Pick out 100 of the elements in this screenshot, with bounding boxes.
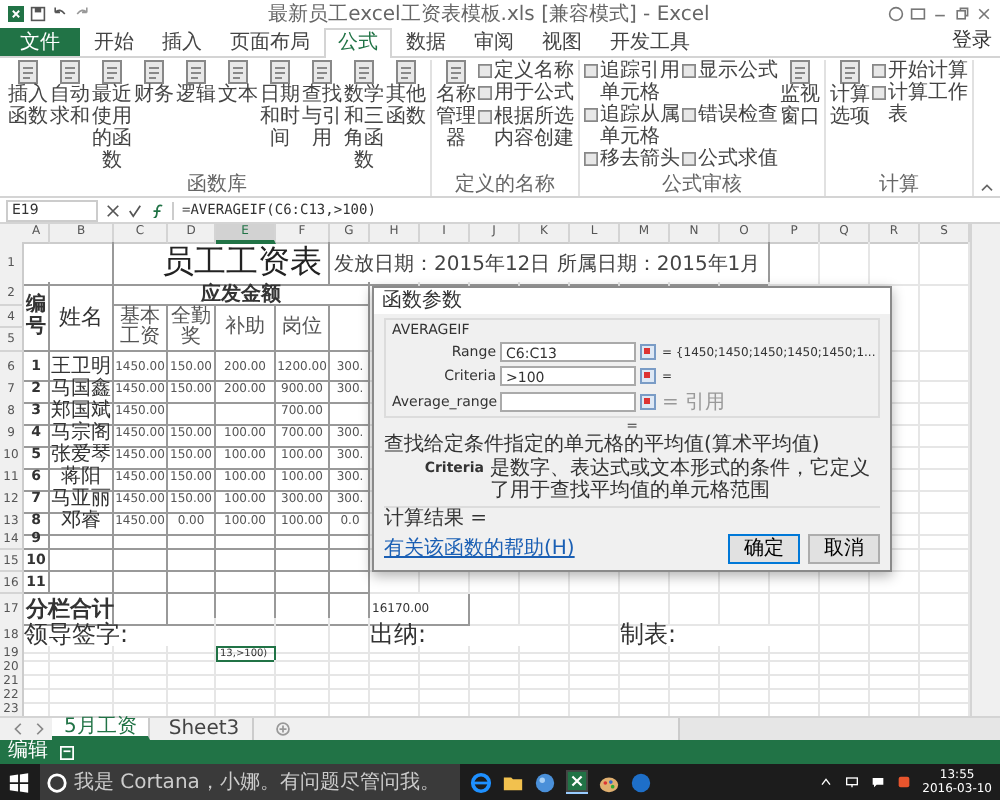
empty-cell [620,594,670,626]
empty-cell [520,594,570,626]
ribbon-button[interactable]: 最近使用的函数 [92,60,132,172]
caret-icon[interactable] [818,774,835,790]
argument-field[interactable] [500,392,636,412]
dialog-button[interactable]: 取消 [808,533,880,563]
empty-cell [330,306,370,352]
column-heading: 补助 [216,306,276,352]
check-icon[interactable] [128,203,142,217]
ribbon-tab[interactable]: 文件 [0,28,80,56]
ribbon-button[interactable]: 公式求值 [682,148,778,170]
sign-in-link[interactable]: 登录 [952,28,1000,56]
ribbon-button[interactable]: 计算工作表 [872,82,968,126]
ribbon-tab[interactable]: 开发工具 [596,28,704,56]
signature-label: 制表: [620,618,770,654]
ribbon-button[interactable]: 逻辑 [176,60,216,172]
ribbon-button[interactable]: 财务 [134,60,174,172]
empty-cell [114,550,168,572]
next-sheet-icon[interactable] [32,722,46,736]
column-heading: 应发金额 [114,282,370,306]
input-method-icon[interactable] [896,774,913,790]
ribbon-button[interactable]: 显示公式 [682,60,778,104]
ribbon-button[interactable]: 数学和三角函数 [344,60,384,172]
empty-cell [50,550,114,572]
group-label: 公式审核 [660,174,744,196]
excel-icon[interactable] [566,770,588,794]
sheet-tab[interactable]: 5月工资 [52,718,151,740]
ribbon-button[interactable]: 定义名称 [478,60,574,83]
document-icon [682,108,696,122]
empty-cell [330,572,370,594]
group-label: 计算 [877,174,921,196]
document-icon [682,152,696,166]
windows-icon[interactable] [8,771,30,793]
ribbon-button[interactable]: 根据所选内容创建 [478,105,574,150]
empty-cell [276,572,330,594]
ribbon-button[interactable]: 自动求和 [50,60,90,172]
ribbon-button[interactable]: 监视窗口 [780,60,820,170]
ribbon-button[interactable]: 文本 [218,60,258,172]
document-icon [444,60,468,84]
ribbon-tab[interactable]: 审阅 [460,28,528,56]
column-heading: 基本工资 [114,306,168,352]
ribbon-button[interactable]: 计算选项 [830,60,870,128]
ribbon-button[interactable]: 开始计算 [872,60,968,82]
group-label: 定义的名称 [453,174,557,196]
ribbon-button[interactable]: 追踪从属单元格 [584,104,680,148]
empty-cell [330,618,370,654]
ribbon-button[interactable]: 移去箭头 [584,148,680,170]
close-icon[interactable] [976,6,992,22]
ribbon-tab[interactable]: 公式 [324,28,392,58]
empty-cell [720,594,770,626]
cancel-icon[interactable] [106,203,120,217]
search-field[interactable]: 我是 Cortana，小娜。有问题尽管问我。 [40,764,460,800]
document-icon [16,60,40,84]
function-icon[interactable] [150,203,164,217]
ribbon-tab[interactable]: 开始 [80,28,148,56]
document-icon [352,60,376,84]
restore-icon[interactable] [954,6,970,22]
message-icon[interactable] [870,774,887,790]
column-heading: 姓名 [50,282,114,352]
save-icon[interactable] [30,6,46,22]
empty-cell [216,594,276,626]
document-icon [184,60,208,84]
column-heading: 编号 [24,282,50,352]
ribbon-button[interactable]: 追踪引用单元格 [584,60,680,104]
signature-label: 出纳: [370,618,520,654]
document-icon [682,64,696,78]
ribbon-options-icon[interactable] [910,6,926,22]
ribbon-button[interactable]: 错误检查 [682,104,778,148]
window-title: 最新员工excel工资表模板.xls [兼容模式] - Excel [266,1,712,28]
previous-sheet-icon[interactable] [12,722,26,736]
ribbon-button[interactable]: 其他函数 [386,60,426,172]
document-icon [584,64,598,78]
help-link[interactable]: 有关该函数的帮助(H) [384,534,575,562]
empty-cell [570,594,620,626]
document-icon [394,60,418,84]
ribbon-tab[interactable]: 插入 [148,28,216,56]
table-cell: 邓睿 [50,506,114,536]
empty-cell [216,572,276,594]
help-icon[interactable] [888,6,904,22]
ribbon-button[interactable]: 用于公式 [478,82,574,106]
vertical-scrollbar[interactable] [970,224,1000,716]
argument-result: = 引用 [662,390,728,416]
empty-cell [330,550,370,572]
network-icon[interactable] [844,774,861,790]
dialog-button[interactable]: 确定 [728,533,800,563]
help-icon[interactable] [630,771,652,793]
ribbon-tab[interactable]: 视图 [528,28,596,56]
ribbon-button[interactable]: 日期和时间 [260,60,300,172]
ribbon-button[interactable]: 名称管理器 [436,60,476,150]
horizontal-scrollbar[interactable] [678,718,1000,740]
globe-icon[interactable] [534,771,556,793]
empty-cell [50,572,114,594]
ribbon-tab[interactable]: 数据 [392,28,460,56]
ring-icon [46,771,68,793]
ribbon-button[interactable]: 插入函数 [8,60,48,172]
macro-record-icon[interactable] [60,745,74,759]
document-icon [100,60,124,84]
browser-icon[interactable] [470,771,492,793]
ribbon-tab[interactable]: 页面布局 [216,28,324,56]
ribbon-button[interactable]: 查找与引用 [302,60,342,172]
